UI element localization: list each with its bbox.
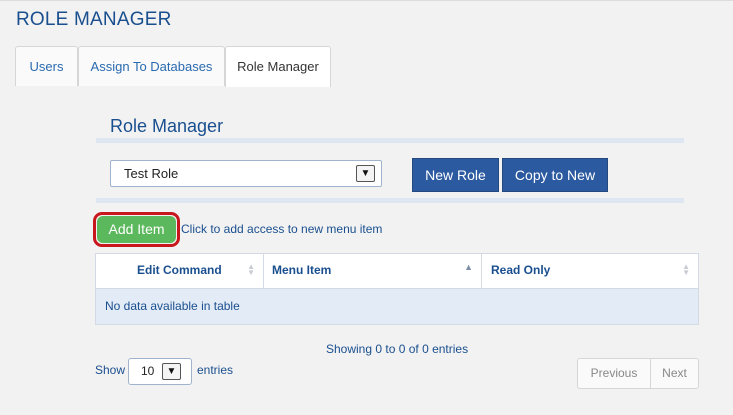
pagination: Previous Next [577,358,699,389]
column-header-label: Menu Item [272,263,332,277]
column-header-edit-command[interactable]: Edit Command ▲ ▼ [96,254,264,288]
column-header-label: Edit Command [137,263,222,277]
tab-role-manager[interactable]: Role Manager [225,46,331,87]
add-item-hint: Click to add access to new menu item [181,222,383,236]
entries-per-page-value: 10 [141,364,155,378]
copy-to-new-button[interactable]: Copy to New [502,158,608,192]
tab-users[interactable]: Users [15,46,78,86]
role-select-value: Test Role [124,166,179,181]
menu-items-table: Edit Command ▲ ▼ Menu Item ▲ Read Only ▲ ▼… [95,253,699,325]
tab-assign-to-databases[interactable]: Assign To Databases [78,46,225,86]
chevron-down-icon[interactable]: ▼ [162,363,181,380]
section-divider-bottom [96,198,684,203]
entries-per-page-select[interactable]: 10 ▼ [128,358,192,385]
role-select[interactable]: Test Role ▼ [110,160,382,187]
column-header-read-only[interactable]: Read Only ▲ ▼ [482,254,698,288]
previous-page-button[interactable]: Previous [578,359,651,388]
sort-both-icon: ▲ ▼ [682,262,690,277]
sort-ascending-icon: ▲ [464,262,473,272]
length-label-show: Show [95,363,126,377]
next-page-button[interactable]: Next [651,359,698,388]
new-role-button[interactable]: New Role [412,158,499,192]
page-title: ROLE MANAGER [16,9,172,30]
column-header-label: Read Only [491,263,551,277]
add-item-button[interactable]: Add Item [97,216,176,243]
table-info: Showing 0 to 0 of 0 entries [326,342,469,356]
sort-both-icon: ▲ ▼ [247,262,255,277]
section-title: Role Manager [110,116,224,136]
section-divider-top [96,138,684,143]
top-divider [0,0,733,1]
chevron-down-icon[interactable]: ▼ [356,165,375,182]
length-label-entries: entries [197,363,234,377]
table-empty-row: No data available in table [96,288,698,324]
column-header-menu-item[interactable]: Menu Item ▲ [264,254,482,288]
